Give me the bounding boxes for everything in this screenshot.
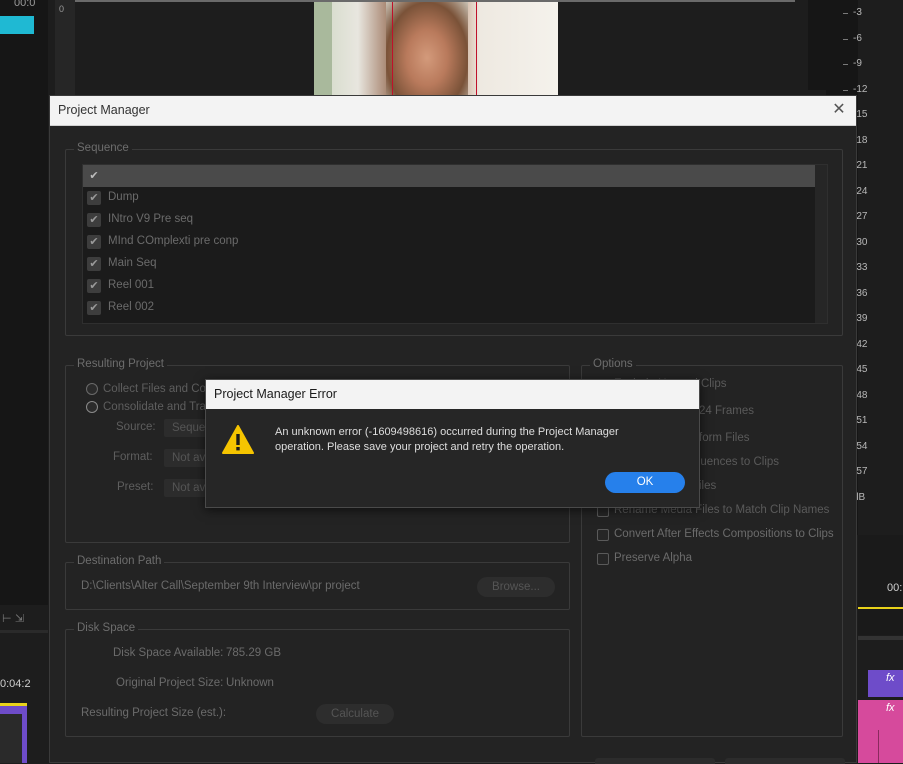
timecode-mid-left: 0:04:2 <box>0 678 31 690</box>
error-titlebar: Project Manager Error <box>206 380 699 409</box>
option-label: iles <box>699 480 717 492</box>
option-checkbox[interactable] <box>597 553 609 565</box>
sequence-name: Reel 001 <box>108 279 155 291</box>
consolidate-label: Consolidate and Tra <box>103 401 206 413</box>
sequence-checkbox[interactable]: ✔ <box>87 191 101 205</box>
tool-icon[interactable]: ⊢ <box>2 612 12 625</box>
guide-line-right <box>476 2 477 95</box>
sequence-group-label: Sequence <box>74 142 132 154</box>
sequence-name: Main Seq <box>108 257 157 269</box>
browse-button[interactable]: Browse... <box>477 577 555 597</box>
disk-available-label: Disk Space Available: <box>113 647 224 659</box>
divider-right <box>858 636 903 640</box>
option-label: quences to Clips <box>694 456 780 468</box>
sequence-list-scrollbar[interactable] <box>815 165 827 323</box>
resulting-project-label: Resulting Project <box>74 358 167 370</box>
meter-tick-mark <box>843 38 848 40</box>
meter-tick-mark <box>843 13 848 14</box>
project-manager-title: Project Manager <box>58 103 150 117</box>
option-label: Convert After Effects Compositions to Cl… <box>614 528 834 540</box>
meter-tick-label: -9 <box>853 58 862 69</box>
sequence-name: Dump <box>108 191 139 203</box>
cyan-clip <box>0 16 34 34</box>
sequence-row[interactable]: ✔ MInd COmplexti pre conp <box>83 231 815 253</box>
destination-path-group: Destination Path D:\Clients\Alter Call\S… <box>65 555 570 610</box>
divider <box>0 630 48 633</box>
original-size-label: Original Project Size: <box>116 677 224 689</box>
bottom-button-edge-2[interactable] <box>725 758 845 764</box>
format-label: Format: <box>113 451 153 463</box>
plant-left <box>314 2 332 95</box>
close-icon[interactable]: ✕ <box>830 101 848 119</box>
project-manager-titlebar: Project Manager ✕ <box>50 96 856 126</box>
sequence-row[interactable]: ✔ Dump <box>83 187 815 209</box>
left-panel <box>0 0 48 605</box>
sequence-name: MInd COmplexti pre conp <box>108 235 239 247</box>
playhead-bar-right <box>858 607 903 609</box>
disk-space-label: Disk Space <box>74 622 139 634</box>
ok-button[interactable]: OK <box>605 472 685 493</box>
disk-available-value: 785.29 GB <box>226 647 281 659</box>
meter-tick-mark <box>843 89 848 91</box>
right-scroll <box>808 0 826 90</box>
sequence-row[interactable]: ✔ Reel 001 <box>83 275 815 297</box>
purple-clip-right: fx <box>868 670 903 697</box>
ruler-zero: 0 <box>59 4 65 14</box>
clip-inner <box>0 714 22 763</box>
sequence-group: Sequence ✔ ✔ Dump ✔ INtro V9 Pre seq ✔ MInd C… <box>65 142 843 336</box>
sequence-row[interactable]: ✔ Main Seq <box>83 253 815 275</box>
sequence-checkbox[interactable]: ✔ <box>87 279 101 293</box>
collect-files-label: Collect Files and Cop <box>103 383 213 395</box>
meter-tick-label: -12 <box>853 83 868 95</box>
sequence-name: Reel 002 <box>108 301 155 313</box>
disk-space-group: Disk Space Disk Space Available: 785.29 … <box>65 622 570 737</box>
meter-tick-label: -3 <box>853 7 862 18</box>
error-message-line-2: operation. Please save your project and … <box>275 441 565 453</box>
options-label: Options <box>590 358 636 370</box>
destination-path-label: Destination Path <box>74 555 165 567</box>
sequence-row[interactable]: ✔ Reel 002 <box>83 297 815 319</box>
sequence-name: INtro V9 Pre seq <box>108 213 194 225</box>
destination-path-value: D:\Clients\Alter Call\September 9th Inte… <box>81 580 360 592</box>
option-checkbox[interactable] <box>597 529 609 541</box>
sequence-checkbox[interactable]: ✔ <box>87 235 101 249</box>
sequence-checkbox[interactable]: ✔ <box>87 257 101 271</box>
sequence-list-header[interactable]: ✔ <box>83 165 815 187</box>
collect-files-radio[interactable] <box>86 383 98 395</box>
error-message-line-1: An unknown error (-1609498616) occurred … <box>275 426 619 438</box>
original-size-value: Unknown <box>226 677 274 689</box>
timecode-right: 00: <box>887 582 903 594</box>
clip-edge <box>878 730 879 763</box>
pink-clip-right: fx <box>858 700 903 763</box>
timecode-top-left: 00:0 <box>14 0 36 9</box>
fx-badge: fx <box>886 672 895 684</box>
option-label: Preserve Alpha <box>614 552 692 564</box>
resulting-size-label: Resulting Project Size (est.): <box>81 707 227 719</box>
bottom-button-edge[interactable] <box>595 758 715 764</box>
video-frame <box>314 2 558 95</box>
meter-tick-mark <box>843 64 848 65</box>
source-label: Source: <box>116 421 156 433</box>
calculate-button[interactable]: Calculate <box>316 704 394 724</box>
option-label: form Files <box>699 432 750 444</box>
preset-label: Preset: <box>117 481 154 493</box>
warning-icon <box>222 425 254 454</box>
sequence-row[interactable]: ✔ INtro V9 Pre seq <box>83 209 815 231</box>
sequence-checkbox[interactable]: ✔ <box>87 213 101 227</box>
error-title: Project Manager Error <box>214 387 337 401</box>
sequence-checkbox[interactable]: ✔ <box>87 301 101 315</box>
subject-face <box>386 2 468 95</box>
option-label: 24 Frames <box>699 405 754 417</box>
guide-line-left <box>392 2 393 95</box>
monitor-ruler <box>55 0 75 95</box>
fx-badge-2: fx <box>886 702 895 714</box>
consolidate-radio[interactable] <box>86 401 98 413</box>
meter-tick-label: -6 <box>853 32 862 44</box>
sequence-list: ✔ ✔ Dump ✔ INtro V9 Pre seq ✔ MInd COmplexti … <box>82 164 828 324</box>
export-frame-icon[interactable]: ⇲ <box>15 612 24 625</box>
project-manager-error-dialog: Project Manager Error An unknown error (… <box>205 379 700 508</box>
check-all-icon[interactable]: ✔ <box>87 169 101 183</box>
